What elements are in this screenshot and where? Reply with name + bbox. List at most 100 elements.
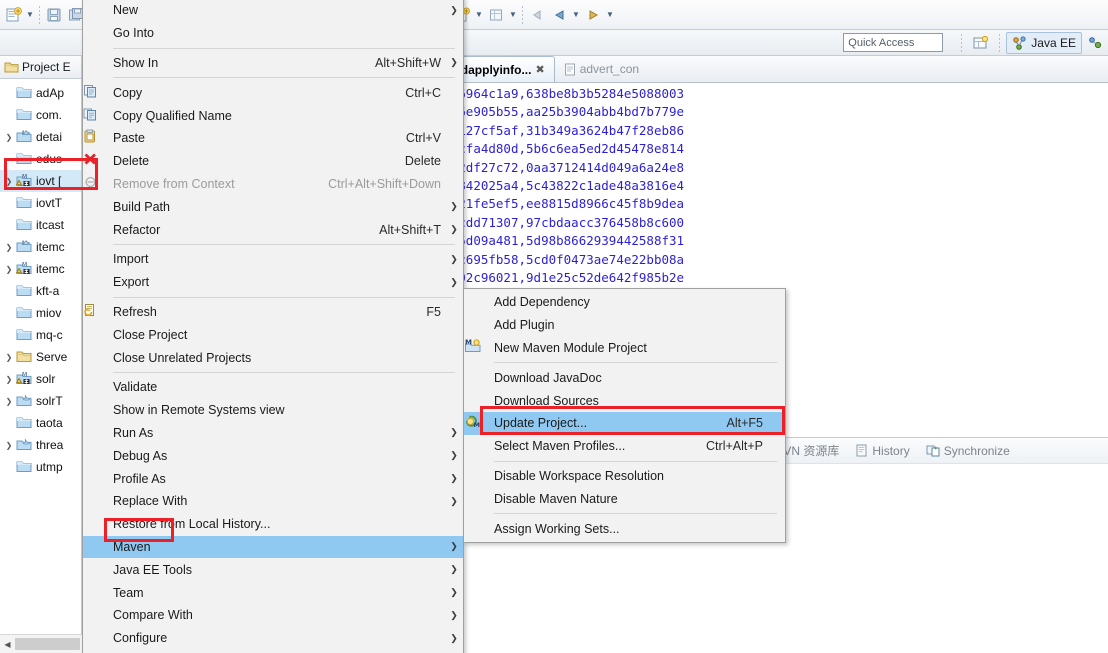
menu-item[interactable]: Restore from Local History... [83, 513, 463, 536]
menu-item[interactable]: Java EE Tools ❯ [83, 558, 463, 581]
tree-item[interactable]: ❯Mitemc [0, 258, 81, 280]
bottom-view-tab[interactable]: Synchronize [918, 439, 1018, 463]
eclipse-window: ▼ ▼ ▼ ▼ ▼ Quick Access Java EE Project E… [0, 0, 1108, 653]
tree-item[interactable]: itcast [0, 214, 81, 236]
expand-arrow-icon[interactable]: ❯ [2, 177, 16, 186]
new-class-arrow[interactable]: ▼ [473, 3, 485, 27]
back-arrow[interactable]: ▼ [570, 3, 582, 27]
menu-item[interactable]: Build Path ❯ [83, 195, 463, 218]
menu-item-icon [83, 401, 113, 419]
tree-item[interactable]: taota [0, 412, 81, 434]
tree-item[interactable]: ❯ Miovt [ [0, 170, 81, 192]
menu-item[interactable]: Refresh F5 [83, 301, 463, 324]
menu-item[interactable]: Configure ❯ [83, 627, 463, 650]
new-dropdown-arrow[interactable]: ▼ [24, 3, 36, 27]
menu-item[interactable]: Disable Maven Nature [464, 487, 785, 510]
project-context-menu[interactable]: New ❯ Go Into Show In Alt+Shift+W ❯ Copy Ctrl+C… [82, 0, 464, 653]
menu-item[interactable]: New ❯ [83, 0, 463, 22]
tree-item[interactable]: com. [0, 104, 81, 126]
tree-item[interactable]: miov [0, 302, 81, 324]
menu-item[interactable]: Debug As ❯ [83, 444, 463, 467]
menu-item[interactable]: Add Dependency [464, 291, 785, 314]
menu-item[interactable]: Refactor Alt+Shift+T ❯ [83, 218, 463, 241]
tree-item[interactable]: adAp [0, 82, 81, 104]
tree-item[interactable]: ❯ Serve [0, 346, 81, 368]
menu-item[interactable]: Close Unrelated Projects [83, 346, 463, 369]
back-icon[interactable] [526, 3, 548, 27]
tree-item[interactable]: iovtT [0, 192, 81, 214]
menu-item-icon [464, 316, 494, 334]
menu-item[interactable]: Download JavaDoc [464, 366, 785, 389]
new-package-icon[interactable] [485, 3, 507, 27]
menu-item[interactable]: Delete Delete [83, 150, 463, 173]
expand-arrow-icon[interactable]: ❯ [2, 441, 16, 450]
menu-item[interactable]: M New Maven Module Project [464, 337, 785, 360]
forward-arrow[interactable]: ▼ [604, 3, 616, 27]
expand-arrow-icon[interactable]: ❯ [2, 397, 16, 406]
menu-item[interactable]: Compare With ❯ [83, 604, 463, 627]
expand-arrow-icon[interactable]: ❯ [2, 353, 16, 362]
menu-item[interactable]: Disable Workspace Resolution [464, 465, 785, 488]
menu-item[interactable]: Show in Remote Systems view [83, 399, 463, 422]
bottom-view-tab[interactable]: History [847, 439, 917, 463]
tree-item[interactable]: ❯ solrT [0, 390, 81, 412]
menu-item[interactable]: Maven ❯ [83, 535, 463, 559]
perspective-extra[interactable] [1082, 32, 1108, 54]
editor-tab[interactable]: advert_con [555, 56, 648, 82]
open-perspective-button[interactable] [968, 32, 993, 54]
menu-item-icon [83, 629, 113, 647]
forward-icon[interactable] [582, 3, 604, 27]
menu-item[interactable]: Run As ❯ [83, 422, 463, 445]
menu-item[interactable]: Team ❯ [83, 581, 463, 604]
menu-item[interactable]: Export ❯ [83, 271, 463, 294]
tree-item[interactable]: ❯Mitemc [0, 236, 81, 258]
project-tree[interactable]: adApcom.❯Mdetaiedus❯Miovt [iovtTitcast❯M… [0, 79, 81, 478]
folder-icon [16, 307, 32, 318]
menu-item[interactable]: Select Maven Profiles... Ctrl+Alt+P [464, 435, 785, 458]
explorer-horizontal-scrollbar[interactable]: ◀ [0, 634, 82, 653]
menu-item[interactable]: Copy Ctrl+C [83, 81, 463, 104]
scroll-left-arrow[interactable]: ◀ [0, 640, 15, 649]
menu-item[interactable]: Import ❯ [83, 248, 463, 271]
menu-item[interactable]: Go Into [83, 22, 463, 45]
new-wizard-icon[interactable] [2, 3, 24, 27]
menu-item-label: Disable Maven Nature [494, 491, 618, 506]
quick-access-input[interactable]: Quick Access [843, 33, 944, 52]
maven-submenu[interactable]: Add Dependency Add Plugin M New Maven Modul… [463, 288, 786, 543]
menu-item[interactable]: Validate [83, 376, 463, 399]
menu-item[interactable]: Remove from Context Ctrl+Alt+Shift+Down [83, 173, 463, 196]
expand-arrow-icon[interactable]: ❯ [2, 375, 16, 384]
menu-item[interactable]: Copy Qualified Name [83, 104, 463, 127]
expand-arrow-icon[interactable]: ❯ [2, 243, 16, 252]
menu-item[interactable]: Source❯ [83, 650, 463, 653]
tree-item[interactable]: utmp [0, 456, 81, 478]
menu-item[interactable]: Show In Alt+Shift+W ❯ [83, 52, 463, 75]
project-explorer-tab[interactable]: Project E [0, 56, 81, 79]
tree-item[interactable]: ❯ threa [0, 434, 81, 456]
menu-item[interactable]: Paste Ctrl+V [83, 127, 463, 150]
menu-item[interactable]: Close Project [83, 323, 463, 346]
menu-item-label: Profile As [113, 471, 166, 486]
new-package-arrow[interactable]: ▼ [507, 3, 519, 27]
tree-item[interactable]: ❯ Msolr [0, 368, 81, 390]
project-explorer-icon [4, 62, 19, 73]
menu-item[interactable]: M Update Project... Alt+F5 [464, 411, 785, 435]
menu-item[interactable]: Replace With ❯ [83, 490, 463, 513]
perspective-java-ee[interactable]: Java EE [1006, 31, 1082, 54]
expand-arrow-icon[interactable]: ❯ [2, 133, 16, 142]
scrollbar-thumb[interactable] [15, 638, 80, 650]
save-icon[interactable] [43, 3, 65, 27]
menu-item-icon [83, 492, 113, 510]
tree-item[interactable]: edus [0, 148, 81, 170]
menu-item[interactable]: Add Plugin [464, 314, 785, 337]
menu-item[interactable]: Assign Working Sets... [464, 517, 785, 540]
tree-item[interactable]: ❯Mdetai [0, 126, 81, 148]
submenu-arrow-icon: ❯ [450, 564, 458, 575]
menu-item[interactable]: Profile As ❯ [83, 467, 463, 490]
tree-item[interactable]: mq-c [0, 324, 81, 346]
close-icon[interactable]: ✖ [535, 63, 544, 76]
tree-item[interactable]: kft-a [0, 280, 81, 302]
back-history-icon[interactable] [548, 3, 570, 27]
menu-item[interactable]: Download Sources [464, 389, 785, 412]
expand-arrow-icon[interactable]: ❯ [2, 265, 16, 274]
